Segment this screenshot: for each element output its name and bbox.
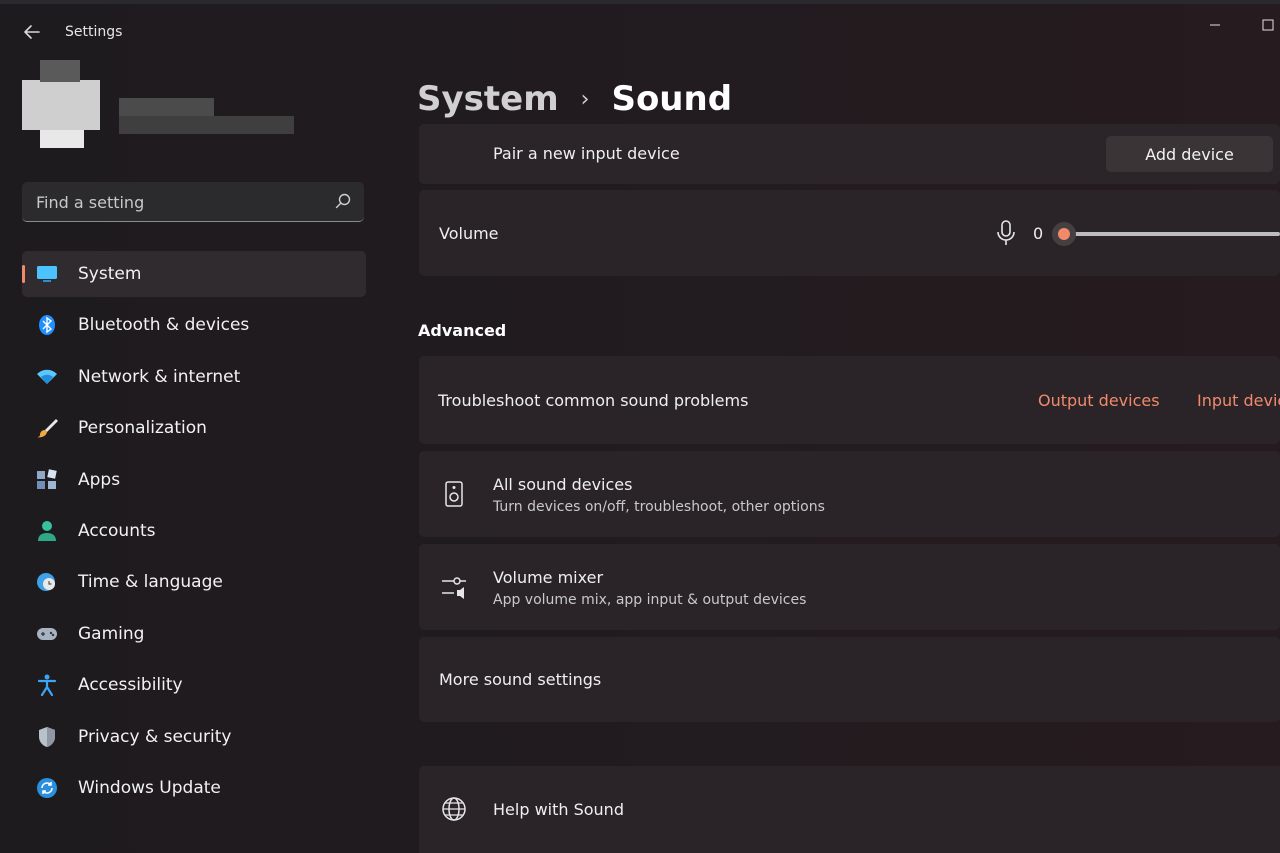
input-devices-link[interactable]: Input devices [1197, 391, 1280, 410]
page-title: Sound [611, 79, 733, 119]
sidebar-nav: System Bluetooth & devices Network & int… [22, 251, 366, 816]
sidebar-item-label: Network & internet [78, 366, 241, 387]
globe-clock-icon [36, 571, 58, 593]
volume-slider-thumb[interactable] [1052, 222, 1076, 246]
volume-mixer-icon [441, 574, 467, 600]
breadcrumb: System › Sound [417, 74, 732, 124]
sidebar-item-windows-update[interactable]: Windows Update [22, 765, 366, 811]
shield-icon [36, 726, 58, 748]
pair-input-device-label: Pair a new input device [493, 144, 680, 163]
settings-window: Settings System Bluetooth [0, 0, 1280, 853]
more-sound-settings-label: More sound settings [439, 670, 602, 689]
app-title: Settings [65, 24, 123, 40]
help-with-sound-label: Help with Sound [493, 800, 624, 819]
maximize-button[interactable] [1256, 10, 1280, 40]
microphone-icon[interactable] [993, 220, 1019, 246]
sidebar-item-label: Accessibility [78, 675, 183, 696]
more-sound-settings-card[interactable]: More sound settings [419, 637, 1280, 722]
sidebar-item-label: Apps [78, 469, 121, 490]
sidebar-item-time-language[interactable]: Time & language [22, 559, 366, 605]
wifi-icon [36, 366, 58, 388]
sidebar-item-accessibility[interactable]: Accessibility [22, 662, 366, 708]
sidebar-item-privacy-security[interactable]: Privacy & security [22, 714, 366, 760]
volume-slider-track[interactable] [1064, 232, 1280, 236]
chevron-right-icon: › [580, 86, 590, 112]
gamepad-icon [36, 623, 58, 645]
sidebar-item-gaming[interactable]: Gaming [22, 611, 366, 657]
back-button[interactable] [18, 18, 46, 46]
update-icon [36, 777, 58, 799]
volume-value: 0 [1033, 224, 1044, 243]
breadcrumb-parent[interactable]: System [417, 79, 559, 119]
all-sound-devices-title: All sound devices [493, 475, 633, 494]
sidebar-item-bluetooth-devices[interactable]: Bluetooth & devices [22, 302, 366, 348]
volume-mixer-card[interactable]: Volume mixer App volume mix, app input &… [419, 544, 1280, 630]
sidebar-item-label: System [78, 264, 142, 284]
back-arrow-icon [24, 25, 40, 39]
sidebar-item-label: Privacy & security [78, 726, 232, 747]
troubleshoot-label: Troubleshoot common sound problems [438, 391, 749, 410]
speaker-icon [441, 481, 467, 507]
sidebar-item-label: Bluetooth & devices [78, 315, 250, 336]
sidebar-item-label: Windows Update [78, 777, 221, 798]
maximize-icon [1262, 19, 1274, 31]
all-sound-devices-subtitle: Turn devices on/off, troubleshoot, other… [493, 499, 825, 515]
sidebar-item-label: Accounts [78, 520, 156, 541]
search-box[interactable] [22, 182, 364, 222]
active-indicator [22, 265, 25, 283]
sidebar-item-network-internet[interactable]: Network & internet [22, 354, 366, 400]
globe-icon [441, 796, 467, 822]
sidebar-item-system[interactable]: System [22, 251, 366, 297]
monitor-icon [36, 263, 58, 285]
accessibility-icon [36, 674, 58, 697]
troubleshoot-card: Troubleshoot common sound problems Outpu… [419, 356, 1280, 444]
apps-icon [36, 468, 58, 491]
brush-icon [36, 417, 58, 439]
output-devices-link[interactable]: Output devices [1038, 391, 1160, 410]
sidebar-item-apps[interactable]: Apps [22, 457, 366, 503]
sidebar-item-personalization[interactable]: Personalization [22, 405, 366, 451]
sidebar-item-label: Personalization [78, 418, 207, 439]
volume-mixer-title: Volume mixer [493, 568, 604, 587]
add-device-button[interactable]: Add device [1106, 136, 1273, 172]
person-icon [36, 520, 58, 542]
search-input[interactable] [22, 182, 338, 222]
sidebar-item-accounts[interactable]: Accounts [22, 508, 366, 554]
avatar[interactable] [22, 60, 100, 150]
volume-label: Volume [439, 224, 499, 243]
sidebar-item-label: Gaming [78, 623, 145, 644]
bluetooth-icon [36, 314, 58, 336]
sidebar-item-label: Time & language [78, 572, 223, 593]
all-sound-devices-card[interactable]: All sound devices Turn devices on/off, t… [419, 451, 1280, 537]
minimize-icon [1210, 24, 1220, 26]
help-with-sound-card[interactable]: Help with Sound [419, 766, 1280, 853]
profile-name-redacted [119, 98, 294, 136]
volume-mixer-subtitle: App volume mix, app input & output devic… [493, 592, 807, 608]
advanced-heading: Advanced [418, 321, 507, 340]
search-icon[interactable] [334, 192, 352, 210]
minimize-button[interactable] [1198, 10, 1232, 40]
title-bar: Settings [0, 4, 1280, 54]
